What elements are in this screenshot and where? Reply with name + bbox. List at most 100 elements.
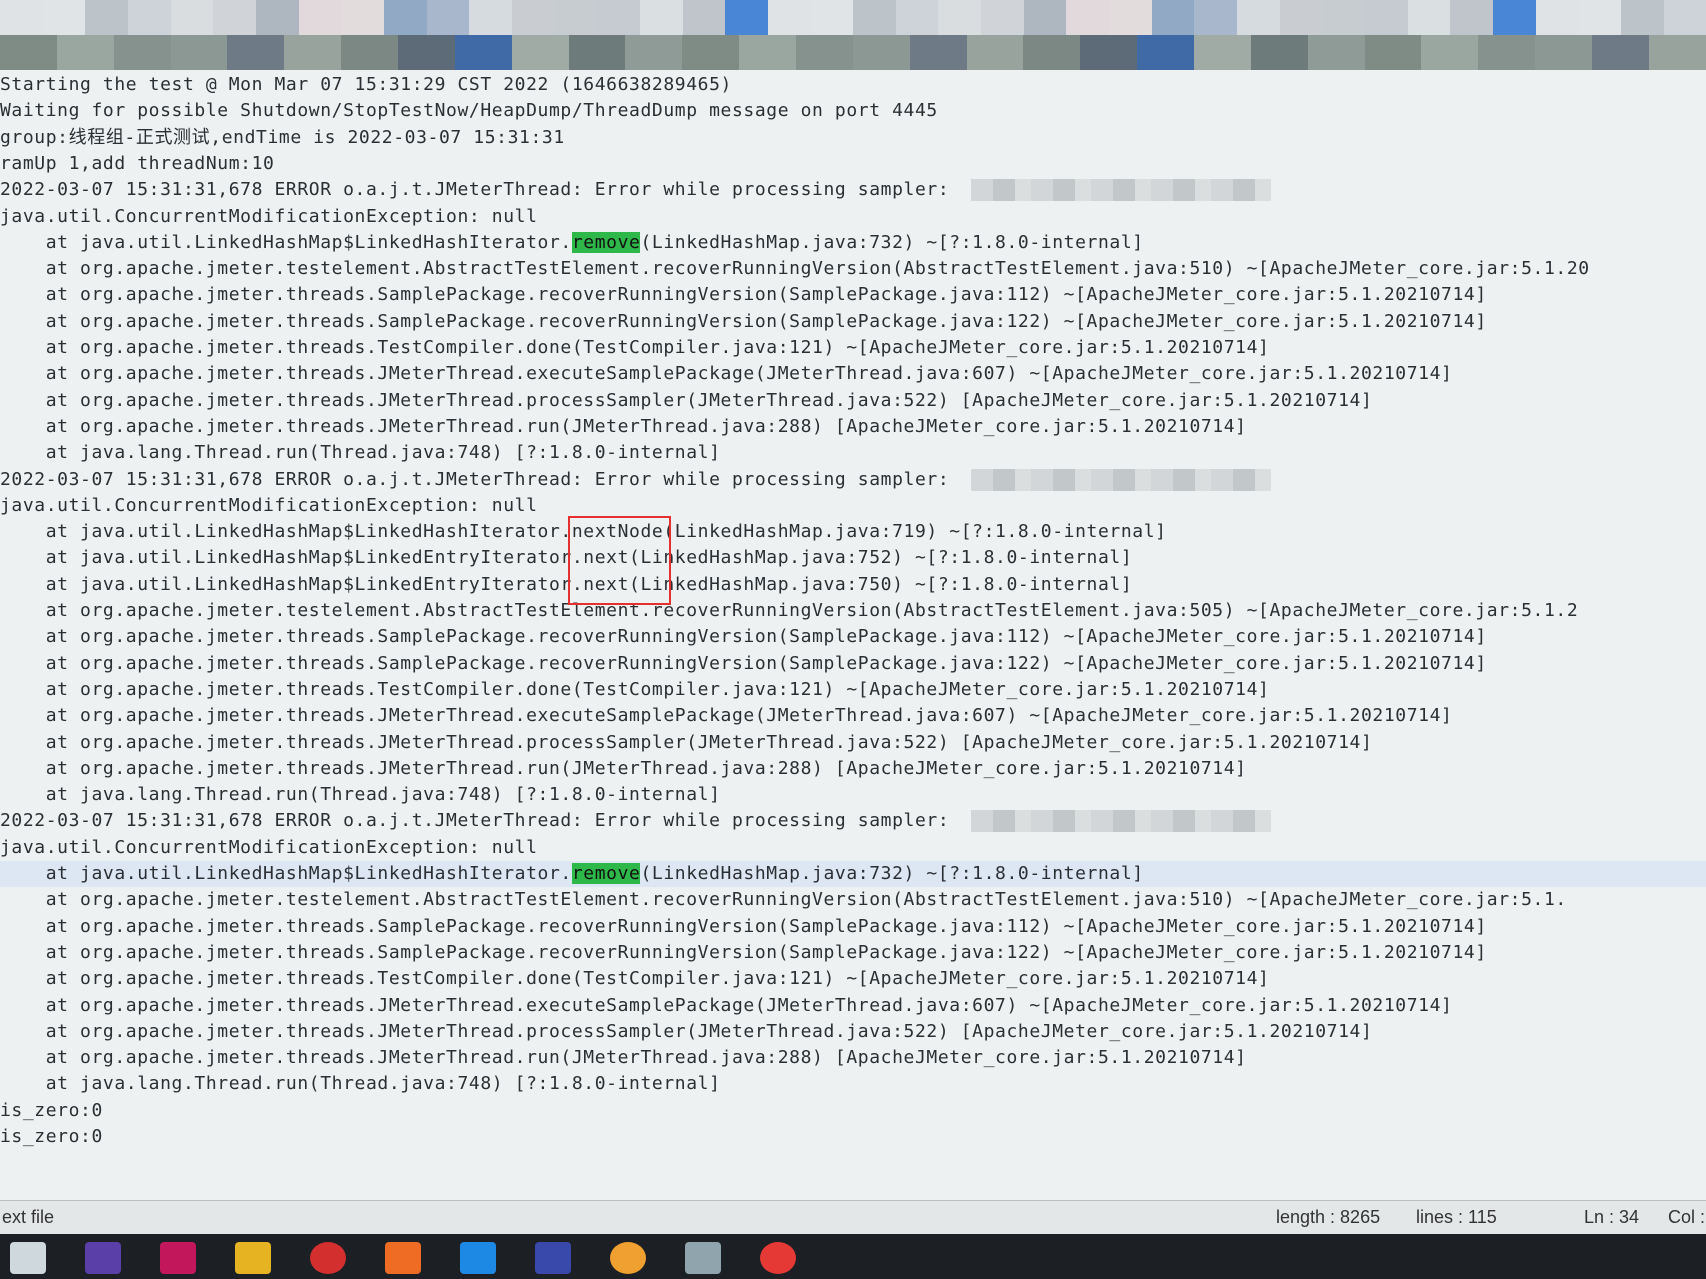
log-line[interactable]: is_zero:0: [0, 1098, 103, 1124]
blur-tile: [1648, 35, 1706, 70]
line-text: at org.apache.jmeter.threads.JMeterThrea…: [0, 1047, 1247, 1069]
log-line[interactable]: at org.apache.jmeter.threads.JMeterThrea…: [0, 1045, 1247, 1071]
blur-tile: [1194, 0, 1238, 35]
app-icon[interactable]: [160, 1242, 196, 1274]
log-line[interactable]: java.util.ConcurrentModificationExceptio…: [0, 204, 538, 230]
file-type-label: ext file: [2, 1207, 55, 1227]
log-editor[interactable]: Starting the test @ Mon Mar 07 15:31:29 …: [0, 70, 1706, 1200]
log-line[interactable]: at java.util.LinkedHashMap$LinkedEntryIt…: [0, 545, 1132, 571]
blur-tile: [511, 35, 569, 70]
remote-desktop-icon[interactable]: [460, 1242, 496, 1274]
log-line[interactable]: at org.apache.jmeter.testelement.Abstrac…: [0, 887, 1567, 913]
line-text: at org.apache.jmeter.threads.JMeterThrea…: [0, 363, 1453, 385]
blur-tile: [1421, 35, 1479, 70]
blur-tile: [796, 35, 853, 70]
line-text: java.util.ConcurrentModificationExceptio…: [0, 494, 538, 516]
blur-tile: [1478, 35, 1536, 70]
log-line[interactable]: at org.apache.jmeter.threads.JMeterThrea…: [0, 388, 1372, 414]
folder-icon[interactable]: [235, 1242, 271, 1274]
line-text: at java.util.LinkedHashMap$LinkedEntryIt…: [0, 547, 1133, 569]
blur-tile: [1137, 35, 1195, 70]
log-line[interactable]: at org.apache.jmeter.threads.TestCompile…: [0, 966, 1270, 992]
log-line[interactable]: java.util.ConcurrentModificationExceptio…: [0, 835, 538, 861]
shell-icon[interactable]: [685, 1242, 721, 1274]
log-line[interactable]: at java.lang.Thread.run(Thread.java:748)…: [0, 1071, 721, 1097]
blur-tile: [1023, 35, 1081, 70]
blur-tile: [1535, 0, 1579, 35]
log-line[interactable]: at org.apache.jmeter.threads.SamplePacka…: [0, 624, 1487, 650]
log-line[interactable]: Starting the test @ Mon Mar 07 15:31:29 …: [0, 72, 732, 98]
line-text: 2022-03-07 15:31:31,678 ERROR o.a.j.t.JM…: [0, 179, 961, 201]
log-line[interactable]: at org.apache.jmeter.threads.JMeterThrea…: [0, 1019, 1372, 1045]
blur-tile: [554, 0, 598, 35]
log-line[interactable]: at org.apache.jmeter.threads.SamplePacka…: [0, 651, 1487, 677]
line-text: at org.apache.jmeter.threads.JMeterThrea…: [0, 757, 1247, 779]
log-line[interactable]: at java.lang.Thread.run(Thread.java:748)…: [0, 440, 721, 466]
chrome-icon[interactable]: [760, 1242, 796, 1274]
postman-icon[interactable]: [385, 1242, 421, 1274]
column-indicator: Col :: [1668, 1207, 1706, 1227]
intellij-icon[interactable]: [85, 1242, 121, 1274]
line-text: at org.apache.jmeter.threads.TestCompile…: [0, 968, 1270, 990]
log-line[interactable]: at org.apache.jmeter.threads.JMeterThrea…: [0, 730, 1372, 756]
log-line[interactable]: Waiting for possible Shutdown/StopTestNo…: [0, 98, 938, 124]
log-line[interactable]: at java.util.LinkedHashMap$LinkedEntryIt…: [0, 572, 1132, 598]
log-line[interactable]: at org.apache.jmeter.threads.SamplePacka…: [0, 309, 1487, 335]
log-line[interactable]: at java.lang.Thread.run(Thread.java:748)…: [0, 782, 721, 808]
annotation-box: [567, 516, 671, 605]
log-line[interactable]: 2022-03-07 15:31:31,678 ERROR o.a.j.t.JM…: [0, 177, 1271, 203]
blur-tile: [1578, 0, 1621, 35]
log-line[interactable]: at org.apache.jmeter.testelement.Abstrac…: [0, 598, 1578, 624]
line-text: at org.apache.jmeter.threads.JMeterThrea…: [0, 731, 1373, 753]
log-line[interactable]: at java.util.LinkedHashMap$LinkedHashIte…: [0, 230, 1144, 256]
blur-tile: [1322, 0, 1365, 35]
blur-tile: [1592, 35, 1649, 70]
log-line[interactable]: at org.apache.jmeter.threads.TestCompile…: [0, 335, 1270, 361]
log-line[interactable]: at org.apache.jmeter.threads.JMeterThrea…: [0, 993, 1453, 1019]
line-text: at org.apache.jmeter.testelement.Abstrac…: [0, 258, 1590, 280]
notepad-icon[interactable]: [10, 1242, 46, 1274]
log-line[interactable]: 2022-03-07 15:31:31,678 ERROR o.a.j.t.JM…: [0, 467, 1271, 493]
blur-tile: [853, 0, 896, 35]
log-line[interactable]: at org.apache.jmeter.threads.SamplePacka…: [0, 940, 1487, 966]
log-line[interactable]: at org.apache.jmeter.threads.JMeterThrea…: [0, 756, 1247, 782]
log-line[interactable]: java.util.ConcurrentModificationExceptio…: [0, 493, 538, 519]
line-text: group:线程组-正式测试,endTime is 2022-03-07 15:…: [0, 126, 565, 148]
blur-tile: [1194, 35, 1251, 70]
blur-tile: [1279, 0, 1323, 35]
log-line[interactable]: at org.apache.jmeter.testelement.Abstrac…: [0, 256, 1590, 282]
log-line[interactable]: at org.apache.jmeter.threads.JMeterThrea…: [0, 414, 1247, 440]
search-highlight: remove: [571, 231, 641, 253]
blur-tile: [255, 0, 299, 35]
line-text: at org.apache.jmeter.threads.SamplePacka…: [0, 915, 1487, 937]
line-text: at org.apache.jmeter.threads.JMeterThrea…: [0, 705, 1453, 727]
wps-icon[interactable]: [310, 1242, 346, 1274]
log-line[interactable]: 2022-03-07 15:31:31,678 ERROR o.a.j.t.JM…: [0, 808, 1271, 834]
blur-tile: [0, 0, 43, 35]
log-line[interactable]: group:线程组-正式测试,endTime is 2022-03-07 15:…: [0, 125, 565, 151]
blur-tile: [682, 35, 740, 70]
log-line[interactable]: at org.apache.jmeter.threads.SamplePacka…: [0, 282, 1487, 308]
log-line[interactable]: ramUp 1,add threadNum:10: [0, 151, 275, 177]
blur-tile: [938, 0, 982, 35]
blur-tile: [1109, 0, 1152, 35]
log-line[interactable]: is_zero:0: [0, 1124, 103, 1150]
network-icon[interactable]: [535, 1242, 571, 1274]
blur-tile: [767, 0, 811, 35]
blur-tile: [1407, 0, 1451, 35]
line-text: at org.apache.jmeter.threads.TestCompile…: [0, 337, 1270, 358]
line-text: 2022-03-07 15:31:31,678 ERROR o.a.j.t.JM…: [0, 810, 961, 832]
line-text: java.util.ConcurrentModificationExceptio…: [0, 205, 538, 227]
log-line[interactable]: at org.apache.jmeter.threads.SamplePacka…: [0, 914, 1487, 940]
current-line[interactable]: at java.util.LinkedHashMap$LinkedHashIte…: [0, 861, 1706, 887]
log-line[interactable]: at org.apache.jmeter.threads.JMeterThrea…: [0, 361, 1453, 387]
redacted-sampler-name: [970, 468, 1271, 491]
line-text: 2022-03-07 15:31:31,678 ERROR o.a.j.t.JM…: [0, 468, 961, 490]
blur-tile: [1080, 35, 1138, 70]
log-line[interactable]: at org.apache.jmeter.threads.JMeterThrea…: [0, 703, 1453, 729]
blur-tile: [1151, 0, 1195, 35]
redacted-sampler-name: [970, 810, 1271, 833]
chrome-dino-icon[interactable]: [610, 1242, 646, 1274]
blur-tile: [341, 35, 399, 70]
log-line[interactable]: at org.apache.jmeter.threads.TestCompile…: [0, 677, 1270, 703]
